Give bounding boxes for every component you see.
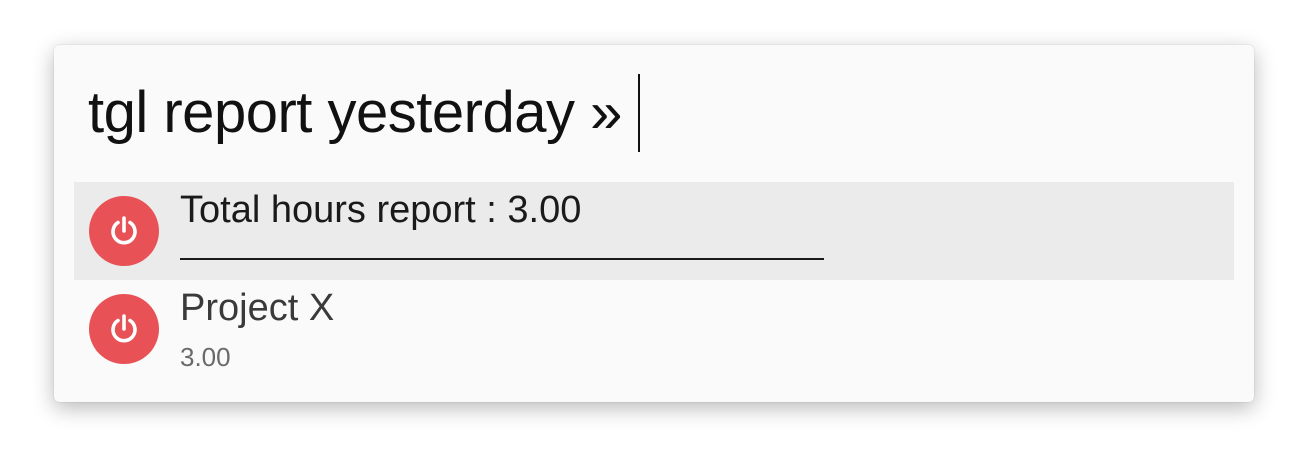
result-subtitle: 3.00 (180, 342, 231, 372)
result-divider-line (180, 258, 824, 260)
launcher-window: tgl report yesterday » Total hours repor… (54, 45, 1254, 402)
result-title: Project X (180, 287, 335, 329)
result-title: Total hours report : 3.00 (180, 189, 582, 231)
text-cursor (637, 74, 640, 152)
search-input[interactable]: tgl report yesterday » (88, 84, 622, 142)
results-list: Total hours report : 3.00 Project X 3.00 (74, 182, 1234, 378)
result-item-project-x[interactable]: Project X 3.00 (74, 280, 1234, 378)
result-item-total-hours[interactable]: Total hours report : 3.00 (74, 182, 1234, 280)
search-bar[interactable]: tgl report yesterday » (88, 73, 640, 153)
power-icon (89, 196, 159, 266)
power-icon (89, 294, 159, 364)
